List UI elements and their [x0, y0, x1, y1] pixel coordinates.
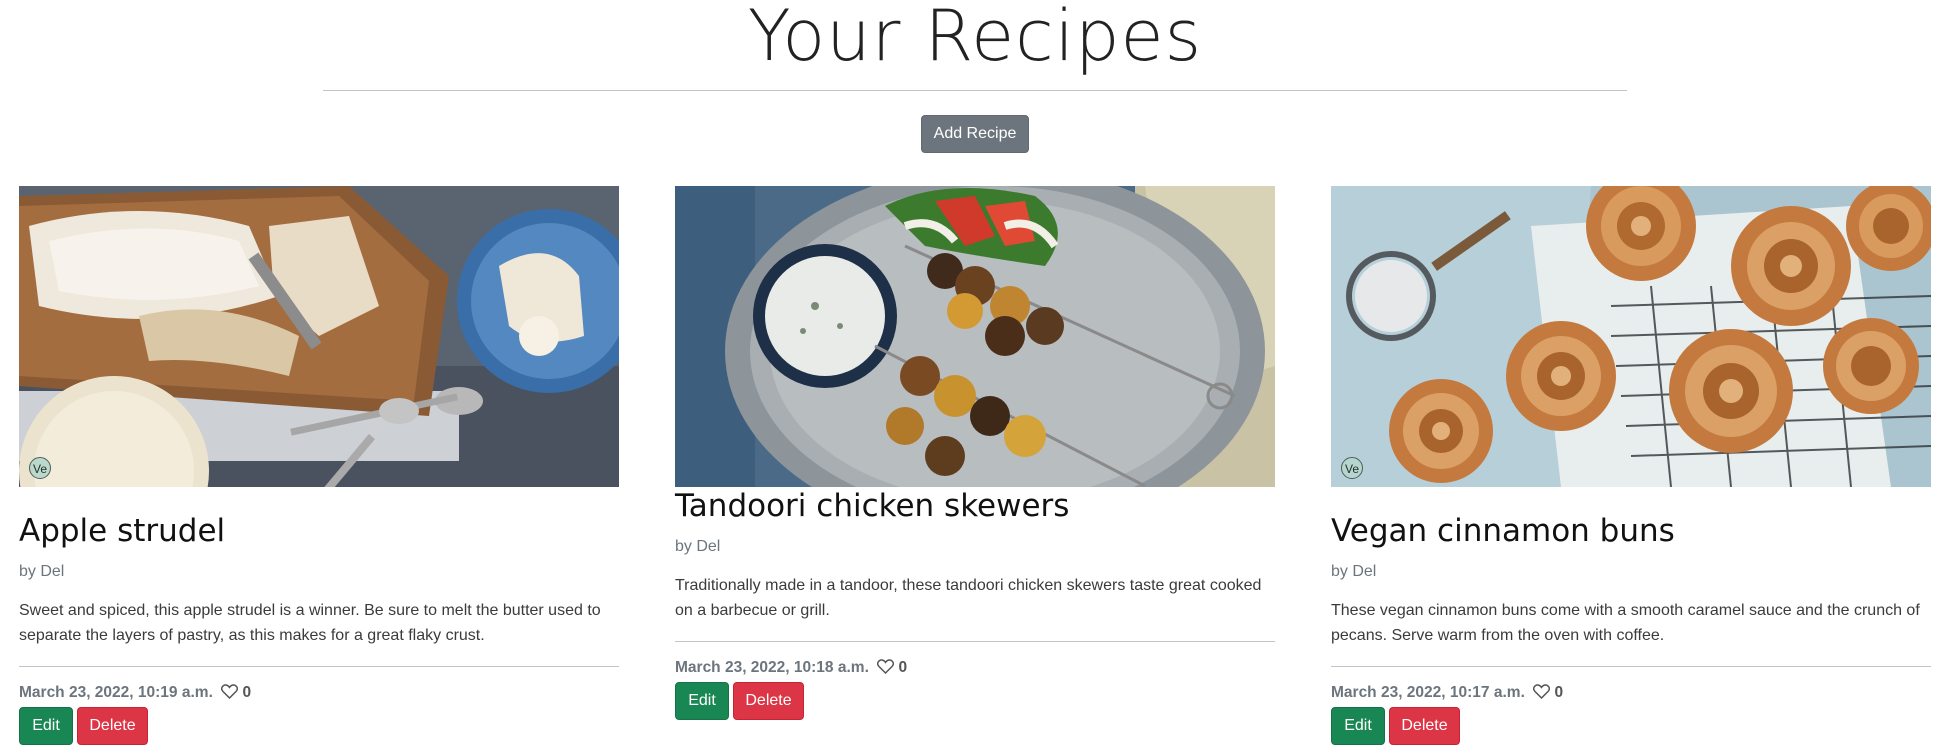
- recipe-date: March 23, 2022, 10:19 a.m.: [19, 684, 213, 701]
- recipe-author: by Del: [19, 563, 65, 580]
- add-recipe-button[interactable]: Add Recipe: [921, 115, 1029, 153]
- heart-icon[interactable]: [221, 684, 239, 699]
- delete-button[interactable]: Delete: [77, 707, 148, 745]
- recipe-meta: March 23, 2022, 10:18 a.m. 0: [675, 658, 907, 678]
- recipes-page: Your Recipes Add Recipe Ve Apple strudel…: [0, 0, 1950, 755]
- delete-button[interactable]: Delete: [733, 682, 804, 720]
- vegetarian-badge: Ve: [29, 457, 51, 479]
- cinnamon-buns-photo-icon: [1331, 186, 1931, 487]
- card-divider: [1331, 666, 1931, 667]
- apple-strudel-photo-icon: [19, 186, 619, 487]
- edit-button[interactable]: Edit: [19, 707, 73, 745]
- recipe-author: by Del: [1331, 563, 1377, 580]
- delete-button[interactable]: Delete: [1389, 707, 1460, 745]
- page-title: Your Recipes: [747, 0, 1203, 77]
- recipe-title[interactable]: Tandoori chicken skewers: [675, 486, 1069, 526]
- heart-icon[interactable]: [877, 659, 895, 674]
- recipe-meta: March 23, 2022, 10:17 a.m. 0: [1331, 683, 1563, 703]
- recipe-image[interactable]: Ve: [19, 186, 619, 487]
- recipe-title[interactable]: Vegan cinnamon buns: [1331, 511, 1675, 551]
- recipe-description: Sweet and spiced, this apple strudel is …: [19, 602, 601, 644]
- recipe-title[interactable]: Apple strudel: [19, 511, 225, 551]
- like-count: 0: [242, 684, 252, 701]
- recipe-image[interactable]: Ve: [1331, 186, 1931, 487]
- like-count: 0: [898, 659, 908, 676]
- card-divider: [19, 666, 619, 667]
- edit-button[interactable]: Edit: [1331, 707, 1385, 745]
- like-count: 0: [1554, 684, 1564, 701]
- card-divider: [675, 641, 1275, 642]
- recipe-card-tandoori-chicken-skewers: Tandoori chicken skewers by Del Traditio…: [675, 186, 1275, 720]
- heart-icon[interactable]: [1533, 684, 1551, 699]
- recipe-description: These vegan cinnamon buns come with a sm…: [1331, 602, 1920, 644]
- recipe-author: by Del: [675, 538, 721, 555]
- recipe-description: Traditionally made in a tandoor, these t…: [675, 577, 1262, 619]
- title-divider: [323, 90, 1627, 91]
- recipe-card-apple-strudel: Ve Apple strudel by Del Sweet and spiced…: [19, 186, 619, 745]
- recipe-date: March 23, 2022, 10:17 a.m.: [1331, 684, 1525, 701]
- recipe-image[interactable]: [675, 186, 1275, 487]
- tandoori-skewers-photo-icon: [675, 186, 1275, 487]
- recipe-card-vegan-cinnamon-buns: Ve Vegan cinnamon buns by Del These vega…: [1331, 186, 1931, 745]
- recipe-meta: March 23, 2022, 10:19 a.m. 0: [19, 683, 251, 703]
- vegetarian-badge: Ve: [1341, 457, 1363, 479]
- edit-button[interactable]: Edit: [675, 682, 729, 720]
- recipe-date: March 23, 2022, 10:18 a.m.: [675, 659, 869, 676]
